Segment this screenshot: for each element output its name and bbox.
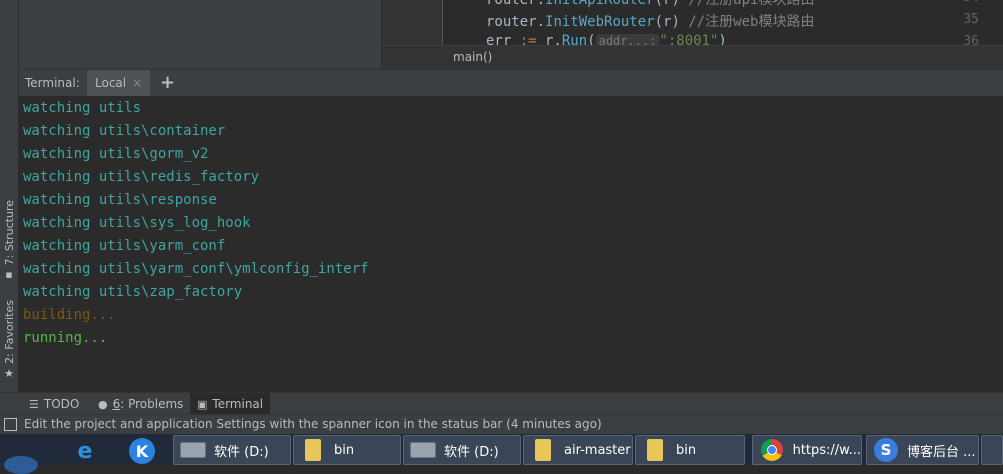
drive-icon [410,439,436,461]
terminal-line: watching utils [23,100,142,116]
folder-icon [300,439,326,461]
line-gutter [382,0,443,45]
code-token: r. [536,33,562,45]
editor-breadcrumb-bar: main() [382,45,1003,70]
code-editor[interactable]: 34 35 36 router.InitApiRouter(r) //注册api… [382,0,1003,45]
windows-taskbar: e K 软件 (D:) bin 软件 (D:) air-master bin h… [0,434,1003,474]
add-terminal-button[interactable]: + [160,72,175,93]
left-tool-stripe: 7: Structure ▪ 2: Favorites ★ [0,0,19,392]
parameter-hint: addr...: [595,34,660,45]
terminal-line: running... [23,330,108,346]
line-number: 35 [963,12,979,27]
code-token: (r) [654,0,689,8]
star-icon: ★ [4,366,14,380]
code-operator: := [519,33,537,45]
taskbar-item-overflow[interactable] [981,435,1003,465]
terminal-button[interactable]: ▣ Terminal [190,393,271,415]
taskbar-item[interactable]: https://w... [752,435,862,465]
code-token: ) [718,33,727,45]
code-function: InitWebRouter [545,14,655,30]
taskbar-item-label: 博客后台 ... [907,444,976,460]
taskbar-item-label: bin [676,442,697,458]
terminal-line: watching utils\container [23,123,226,139]
code-comment: //注册web模块路由 [688,14,815,30]
terminal-line: watching utils\zap_factory [23,284,243,300]
taskbar-item-label: 软件 (D:) [444,444,499,460]
terminal-output[interactable]: watching utils watching utils\container … [19,96,1003,392]
terminal-line: watching utils\response [23,192,217,208]
taskbar-item-label: bin [334,442,355,458]
terminal-icon: ▣ [197,397,208,411]
terminal-title: Terminal: [25,76,80,90]
status-message[interactable]: Edit the project and application Setting… [24,417,602,431]
code-function: Run [561,33,588,45]
structure-tab-label: 7: Structure [2,200,16,266]
code-token: ( [587,33,596,45]
project-panel [19,0,382,69]
folder-icon [642,439,668,461]
info-icon: ● [98,397,108,411]
terminal-button-label: Terminal [212,397,264,411]
todo-label: TODO [43,397,80,411]
problems-label: 6: Problems [113,397,184,411]
tool-windows-icon[interactable] [4,418,17,431]
drive-icon [180,439,206,461]
start-button[interactable] [4,456,38,474]
list-icon: ☰ [29,397,39,411]
taskbar-item[interactable]: 软件 (D:) [173,435,291,465]
structure-icon: ▪ [5,268,13,282]
todo-button[interactable]: ☰ TODO [22,393,86,415]
taskbar-item-label: 软件 (D:) [214,444,269,460]
terminal-line: watching utils\redis_factory [23,169,260,185]
structure-tab[interactable]: 7: Structure ▪ [0,200,18,281]
taskbar-item[interactable]: bin [635,435,745,465]
taskbar-item[interactable]: air-master [523,435,633,465]
code-line: router.InitWebRouter(r) //注册web模块路由 [486,11,814,31]
code-line: err := r.Run(addr...: ":8001") [486,33,727,45]
taskbar-item[interactable]: 软件 (D:) [403,435,521,465]
terminal-line: watching utils\gorm_v2 [23,146,209,162]
terminal-line: watching utils\yarm_conf [23,238,226,254]
code-token: router. [486,14,546,30]
line-number: 36 [963,34,979,45]
folder-icon [530,439,556,461]
terminal-line: watching utils\sys_log_hook [23,215,251,231]
terminal-line: watching utils\yarm_conf\ymlconfig_inter… [23,261,369,277]
problems-button[interactable]: ● 6: Problems [91,393,190,415]
line-number: 34 [963,0,979,5]
code-function: InitApiRouter [545,0,655,8]
taskbar-item-label: https://w... [792,442,861,458]
tab-local[interactable]: Local × [87,70,151,96]
code-comment: //注册api模块路由 [688,0,815,8]
favorites-tab-label: 2: Favorites [2,300,16,364]
code-string: ":8001" [659,33,719,45]
taskbar-item[interactable]: S 博客后台 ... [866,435,979,465]
k-icon[interactable]: K [127,437,157,465]
ie-icon[interactable]: e [70,437,100,465]
code-token: (r) [654,14,689,30]
favorites-tab[interactable]: 2: Favorites ★ [0,300,18,380]
breadcrumb-function[interactable]: main() [453,50,492,64]
code-line: router.InitApiRouter(r) //注册api模块路由 [486,0,814,9]
terminal-line: building... [23,307,116,323]
chrome-icon [759,439,785,461]
status-bar: Edit the project and application Setting… [0,414,1003,435]
tool-window-bar: ☰ TODO ● 6: Problems ▣ Terminal [0,392,1003,415]
close-icon[interactable]: × [132,76,142,90]
tab-local-label: Local [95,76,127,90]
code-token: err [486,33,520,45]
terminal-header: Terminal: Local × + [19,69,1003,97]
code-token: router. [486,0,546,8]
sogou-icon: S [873,438,899,462]
taskbar-item[interactable]: bin [293,435,401,465]
taskbar-item-label: air-master [564,442,631,458]
problems-text: : Problems [120,397,184,411]
